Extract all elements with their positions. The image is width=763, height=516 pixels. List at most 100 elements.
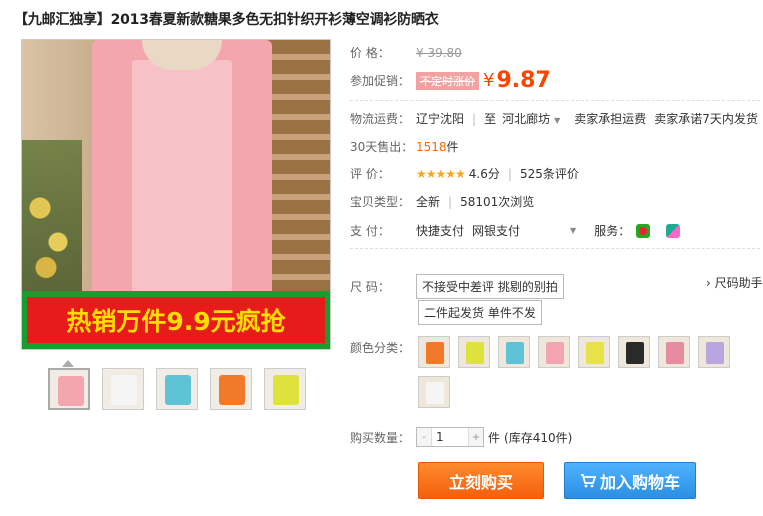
ship-to-select[interactable]: 河北廊坊 ▼ [502,110,560,127]
thumbnail-3[interactable] [156,368,198,410]
payment-expand-icon[interactable]: ▼ [570,226,576,235]
thumbnail-garment [111,375,137,405]
ship-to-prefix: 至 [484,112,497,126]
color-swatch-5[interactable] [578,336,610,368]
thumbnail-2[interactable] [102,368,144,410]
thumbnail-strip [48,368,306,410]
ship-from: 辽宁沈阳 [416,112,465,126]
payment-label: 支 付： [350,224,390,238]
guarantee-icon[interactable] [666,223,681,238]
quantity-stepper[interactable]: - + [416,427,484,447]
quantity-minus-button[interactable]: - [417,428,431,446]
thumbnail-pointer-icon [62,360,74,367]
color-label: 颜色分类： [350,341,411,355]
swatch-garment [626,342,644,364]
promo-currency: ¥ [483,70,495,91]
sales-count: 1518 [416,139,447,154]
payment-row: 支 付： 快捷支付 网银支付 ▼ 服务： [350,222,750,239]
color-swatch-8[interactable] [698,336,730,368]
color-swatch-6[interactable] [618,336,650,368]
item-views: 58101次浏览 [460,195,535,209]
original-price: ¥ 39.80 [416,45,462,60]
swatch-garment [546,342,564,364]
divider [350,248,760,249]
size-label: 尺 码： [350,280,390,294]
size-helper-row: › 尺码助手 [706,274,763,291]
promo-banner: 热销万件9.9元疯抢 [22,291,330,349]
separator: | [507,166,512,181]
shipping-label: 物流运费： [350,112,411,126]
thumbnail-garment [58,376,84,406]
promo-price: 9.87 [496,68,551,93]
price-label: 价 格： [350,46,390,60]
color-swatch-1[interactable] [418,336,450,368]
add-to-cart-button[interactable]: 加入购物车 [564,462,696,499]
product-main-image[interactable]: 热销万件9.9元疯抢 [21,39,331,350]
size-row: 尺 码： 不接受中差评 挑剔的别拍 [350,274,564,299]
price-row: 价 格： ¥ 39.80 [350,44,462,61]
quantity-label: 购买数量： [350,430,411,445]
quantity-input[interactable] [431,428,469,446]
photo-inner-dress [132,60,232,310]
rating-reviews-link[interactable]: 525条评价 [520,165,579,182]
color-swatch-4[interactable] [538,336,570,368]
color-swatch-2[interactable] [458,336,490,368]
thumbnail-garment [273,375,299,405]
color-swatches [418,336,748,408]
rating-label: 评 价： [350,167,390,181]
sales-label: 30天售出： [350,140,414,154]
swatch-garment [706,342,724,364]
item-type-row: 宝贝类型： 全新 | 58101次浏览 [350,193,534,210]
item-type-label: 宝贝类型： [350,195,411,209]
divider [350,100,760,101]
promo-banner-box: 热销万件9.9元疯抢 [27,297,325,343]
service-group: 服务： [594,222,681,239]
item-condition: 全新 [416,195,441,209]
sales-row: 30天售出： 1518 件 [350,138,459,155]
swatch-garment [466,342,484,364]
thumbnail-1[interactable] [48,368,90,410]
swatch-garment [666,342,684,364]
color-row: 颜色分类： [350,339,416,356]
thumbnail-4[interactable] [210,368,252,410]
size-option-2[interactable]: 二件起发货 单件不发 [418,300,542,325]
thumbnail-garment [165,375,191,405]
service-label: 服务： [594,224,631,238]
promo-tag: 不定时涨价 [416,71,479,90]
ship-to-value: 河北廊坊 [502,112,551,126]
add-to-cart-label: 加入购物车 [599,472,680,492]
color-swatch-9[interactable] [418,376,450,408]
shipping-promise: 卖家承诺7天内发货 [654,112,758,126]
payment-method-quick: 快捷支付 [416,224,465,238]
promo-banner-text: 热销万件9.9元疯抢 [66,307,286,336]
shipping-fee: 卖家承担运费 [574,112,647,126]
rating-score: 4.6分 [468,167,500,181]
buy-now-label: 立刻购买 [448,472,513,492]
product-title: 【九邮汇独享】2013春夏新款糖果多色无扣针织开衫薄空调衫防晒衣 [14,12,439,28]
quantity-plus-button[interactable]: + [469,428,483,446]
payment-method-bank: 网银支付 [472,224,521,238]
size-row-2: 二件起发货 单件不发 [418,300,542,325]
color-swatch-3[interactable] [498,336,530,368]
swatch-garment [586,342,604,364]
swatch-garment [426,382,444,404]
buy-now-button[interactable]: 立刻购买 [418,462,544,499]
thumbnail-5[interactable] [264,368,306,410]
separator: | [448,194,453,209]
photo-flowers [22,140,82,310]
sales-unit: 件 [446,140,459,154]
shipping-row: 物流运费： 辽宁沈阳 | 至 河北廊坊 ▼ 卖家承担运费 卖家承诺7天内发货 [350,110,758,127]
separator: | [472,111,477,126]
seven-day-return-icon[interactable] [636,223,651,238]
chevron-down-icon: ▼ [554,116,561,125]
quantity-unit: 件 [488,430,501,445]
promo-label: 参加促销： [350,74,411,88]
size-option-1[interactable]: 不接受中差评 挑剔的别拍 [416,274,564,299]
size-helper-link[interactable]: › 尺码助手 [706,274,763,291]
swatch-garment [506,342,524,364]
stock-info: (库存410件) [504,430,573,445]
swatch-garment [426,342,444,364]
rating-row: 评 价： ★★★★★ 4.6分 | 525条评价 [350,165,579,182]
color-swatch-7[interactable] [658,336,690,368]
quantity-row: 购买数量： - + 件 (库存410件) [350,427,572,447]
